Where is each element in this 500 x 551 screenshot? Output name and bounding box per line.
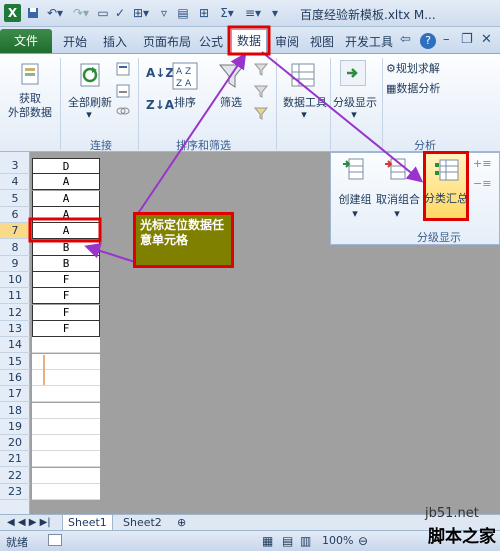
sheet-tab-2[interactable]: Sheet2 — [118, 515, 167, 531]
arrow-to-subtotal — [261, 51, 424, 183]
view-normal-icon[interactable]: ▦ — [262, 534, 273, 548]
arrow-to-cell — [84, 243, 136, 263]
sheet-nav-icon[interactable]: ◀ ◀ ▶ ▶| — [2, 515, 56, 531]
macro-record-icon[interactable] — [48, 534, 62, 546]
watermark-name: 脚本之家 — [428, 527, 496, 547]
zoom-level[interactable]: 100% — [322, 534, 353, 547]
new-sheet-icon[interactable]: ⊕ — [172, 515, 191, 531]
sheet-tab-1[interactable]: Sheet1 — [62, 515, 113, 531]
view-break-icon[interactable]: ▥ — [300, 534, 311, 548]
zoom-out-icon[interactable]: ⊖ — [358, 534, 368, 548]
view-layout-icon[interactable]: ▤ — [282, 534, 293, 548]
watermark-site: jb51.net — [425, 506, 479, 521]
active-cell-highlight — [28, 217, 102, 243]
instruction-callout: 光标定位数据任意单元格 — [133, 212, 234, 268]
data-tab-highlight — [227, 25, 271, 56]
annotation-arrows — [28, 25, 424, 385]
status-bar: 就绪 ▦ ▤ ▥ 100% ⊖ — [0, 530, 500, 551]
arrow-to-data-tab — [134, 52, 247, 219]
status-ready: 就绪 — [6, 536, 28, 549]
